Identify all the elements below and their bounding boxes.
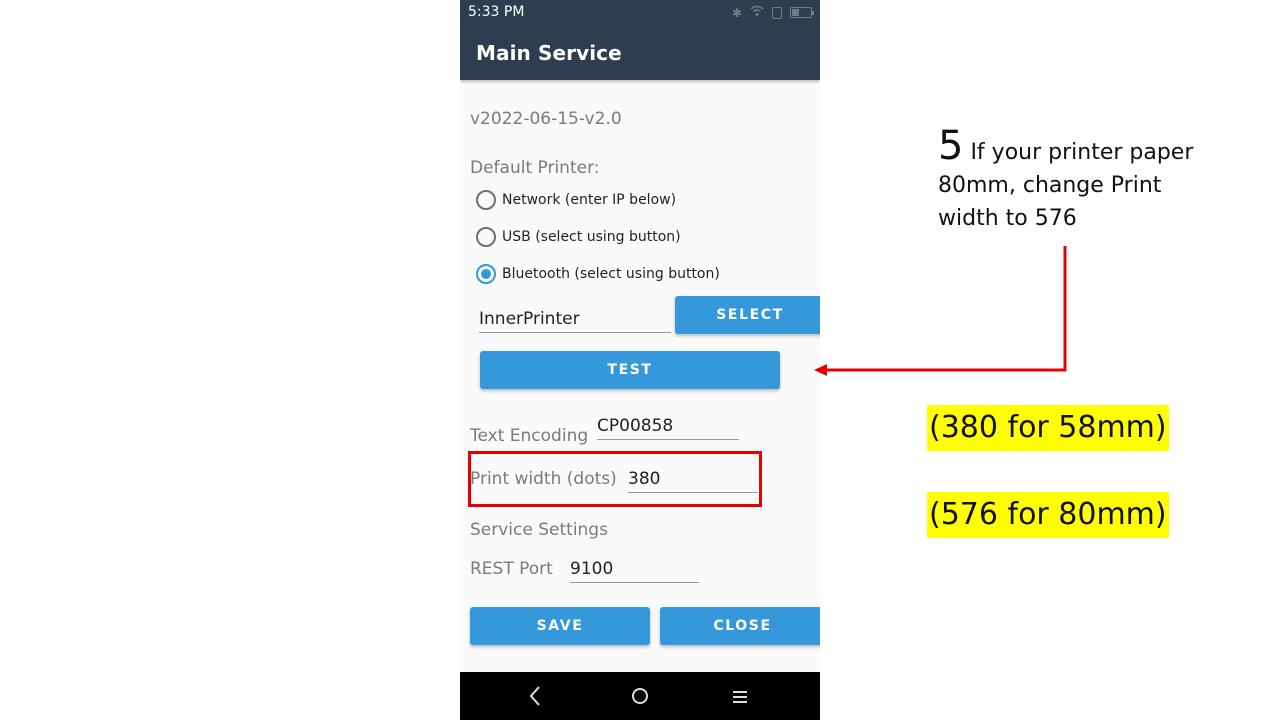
step-text-line-1: If your printer paper [963,140,1194,165]
step-text-line-2: 80mm, change Print [938,173,1162,198]
note-58mm: (380 for 58mm) [927,405,1169,451]
annotation-note: 5 If your printer paper 80mm, change Pri… [938,126,1208,235]
step-number: 5 [938,123,964,169]
step-text-line-3: width to 576 [938,206,1077,231]
note-80mm: (576 for 80mm) [927,492,1169,538]
annotation-arrow [814,246,1067,376]
